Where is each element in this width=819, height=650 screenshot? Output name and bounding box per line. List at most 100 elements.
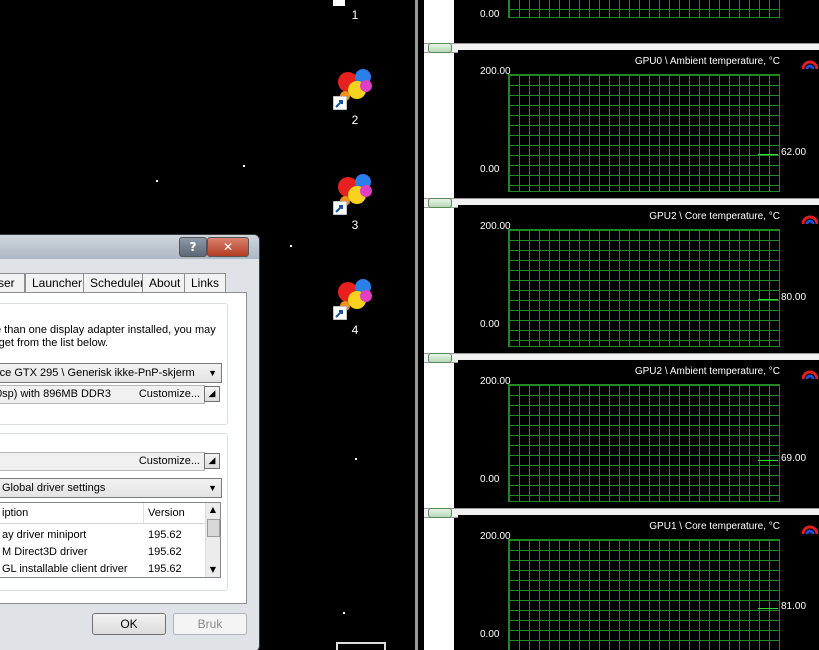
star <box>343 612 345 614</box>
list-scrollbar[interactable]: ▲ ▼ <box>205 503 220 577</box>
graph-panel[interactable]: GPU0 \ Ambient temperature, °C 200.00 0.00… <box>458 50 819 195</box>
graph-value-label: 62.00 <box>781 147 807 158</box>
tab-scheduler[interactable]: Scheduler <box>83 273 152 292</box>
desktop-icon-1[interactable]: 1 <box>333 0 377 24</box>
graph-trace <box>758 299 778 300</box>
graph-plot-area <box>508 539 780 650</box>
driver-list[interactable]: iption Version ay driver miniport 195.62… <box>0 502 221 578</box>
dialog-titlebar[interactable]: ? ✕ <box>0 235 259 259</box>
close-button[interactable]: ✕ <box>207 237 249 257</box>
column-header-version[interactable]: Version <box>148 507 185 519</box>
apply-button[interactable]: Bruk <box>173 613 247 635</box>
shortcut-arrow-icon <box>333 0 345 6</box>
graph-trace <box>758 608 778 609</box>
graph-ymin-label: 0.00 <box>480 9 500 20</box>
shortcut-arrow-icon <box>333 96 347 110</box>
graph-ymin-label: 0.00 <box>480 319 500 330</box>
adapter-select-value: rce GTX 295 \ Generisk ikke-PnP-skjerm <box>0 367 195 379</box>
row-description: GL installable client driver <box>2 563 128 575</box>
desktop-icon-3[interactable]: 3 <box>333 171 377 235</box>
graph-plot-area <box>508 0 780 18</box>
list-header: iption Version <box>0 503 206 524</box>
desktop-icon-label: 3 <box>351 218 359 232</box>
customize-field: Customize... <box>0 452 205 471</box>
graph-trace <box>758 154 778 155</box>
tab-user[interactable]: ser <box>0 273 25 292</box>
chevron-down-icon: ▼ <box>208 368 217 378</box>
gauge-icon <box>802 215 818 225</box>
graph-resize-handle[interactable] <box>428 353 452 363</box>
hardware-monitor-window: 0.00 GPU0 \ Ambient temperature, °C 200.0… <box>415 0 819 650</box>
graph-plot-area <box>508 74 780 192</box>
desktop-icon-4[interactable]: 4 <box>333 276 377 340</box>
tab-links[interactable]: Links <box>184 273 227 292</box>
star <box>355 458 357 460</box>
graph-plot-area <box>508 229 780 347</box>
graph-resize-handle[interactable] <box>428 43 452 53</box>
graph-panel[interactable]: GPU2 \ Ambient temperature, °C 200.00 0.00… <box>458 360 819 505</box>
graph-ymax-label: 200.00 <box>480 66 511 77</box>
tab-launcher[interactable]: Launcher <box>25 273 90 292</box>
graph-panel[interactable]: GPU2 \ Core temperature, °C 200.00 0.00 80.… <box>458 205 819 350</box>
scroll-thumb[interactable] <box>207 519 220 537</box>
table-row[interactable]: GL installable client driver 195.62 <box>0 561 206 577</box>
desktop-icon-2[interactable]: 2 <box>333 66 377 130</box>
desktop-icon-label: 2 <box>351 113 359 127</box>
scroll-up-icon[interactable]: ▲ <box>206 503 220 517</box>
row-version: 195.62 <box>148 546 182 558</box>
star <box>243 165 245 167</box>
help-button[interactable]: ? <box>179 237 207 257</box>
graph-title: GPU1 \ Core temperature, °C <box>649 521 780 532</box>
desktop-icon-label: 1 <box>351 8 359 22</box>
gauge-icon <box>802 370 818 380</box>
column-divider <box>143 503 144 523</box>
driver-select[interactable]: Global driver settings ▼ <box>0 478 222 498</box>
driver-select-value: Global driver settings <box>2 482 106 494</box>
graph-title: GPU2 \ Ambient temperature, °C <box>634 366 780 377</box>
shortcut-arrow-icon <box>333 201 347 215</box>
taskbar-widget-edge <box>336 642 386 650</box>
graph-ymax-label: 200.00 <box>480 531 511 542</box>
scroll-down-icon[interactable]: ▼ <box>206 563 220 577</box>
graph-value-label: 81.00 <box>781 601 807 612</box>
ok-button[interactable]: OK <box>92 613 166 635</box>
display-properties-dialog: ? ✕ ser Launcher Scheduler About Links e… <box>0 234 260 650</box>
shortcut-arrow-icon <box>333 306 347 320</box>
customize-link-2[interactable]: Customize... <box>139 453 200 470</box>
graph-title: GPU2 \ Core temperature, °C <box>649 211 780 222</box>
star <box>156 180 158 182</box>
table-row[interactable]: M Direct3D driver 195.62 <box>0 544 206 561</box>
graph-ymin-label: 0.00 <box>480 629 500 640</box>
graph-partial-top: 0.00 <box>458 0 819 44</box>
customize-button-2[interactable]: ◢ <box>204 453 220 469</box>
row-version: 195.62 <box>148 563 182 575</box>
adapter-select[interactable]: rce GTX 295 \ Generisk ikke-PnP-skjerm ▼ <box>0 363 222 383</box>
star <box>290 245 292 247</box>
graph-ymin-label: 0.00 <box>480 164 500 175</box>
desktop: 1 2 3 4 ? ✕ er Launcher Scheduler About … <box>0 0 415 650</box>
graph-plot-area <box>508 384 780 502</box>
adapter-info-field: 0sp) with 896MB DDR3 Customize... <box>0 385 205 404</box>
info-text-line1: e than one display adapter installed, yo… <box>0 324 216 336</box>
desktop-icon-label: 4 <box>351 323 359 337</box>
monitor-side-strip <box>424 0 454 650</box>
table-row[interactable]: ay driver miniport 195.62 <box>0 527 206 544</box>
graph-trace <box>758 460 778 461</box>
graph-ymin-label: 0.00 <box>480 474 500 485</box>
graph-ymax-label: 200.00 <box>480 376 511 387</box>
gauge-icon <box>802 60 818 70</box>
chevron-down-icon: ▼ <box>208 483 217 493</box>
adapter-group: e than one display adapter installed, yo… <box>0 303 228 425</box>
column-header-description[interactable]: iption <box>2 507 28 519</box>
customize-link-1[interactable]: Customize... <box>139 386 200 403</box>
graph-panel[interactable]: GPU1 \ Core temperature, °C 200.00 0.00 81.… <box>458 515 819 650</box>
graph-value-label: 80.00 <box>781 292 807 303</box>
customize-button-1[interactable]: ◢ <box>204 386 220 402</box>
row-description: ay driver miniport <box>2 529 87 541</box>
info-text-line2: rget from the list below. <box>0 337 109 349</box>
graph-value-label: 69.00 <box>781 453 807 464</box>
graph-title: GPU0 \ Ambient temperature, °C <box>634 56 780 67</box>
graph-resize-handle[interactable] <box>428 508 452 518</box>
graph-resize-handle[interactable] <box>428 198 452 208</box>
tab-about[interactable]: About <box>142 273 188 292</box>
